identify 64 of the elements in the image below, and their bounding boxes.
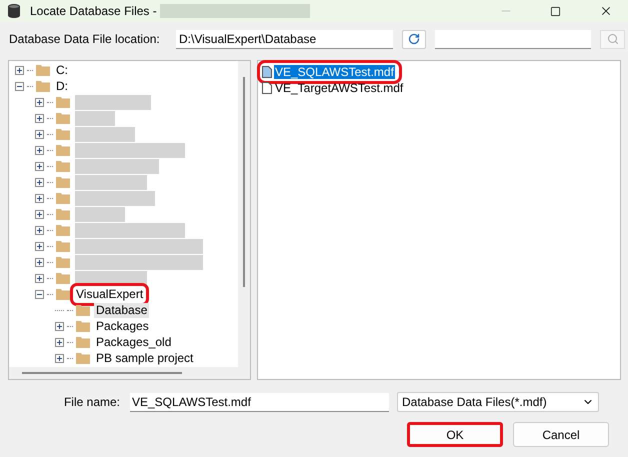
expand-toggle[interactable] [35, 210, 44, 218]
database-icon [8, 4, 20, 18]
location-label: Database Data File location: [9, 31, 161, 48]
folder-icon [76, 320, 90, 332]
expand-toggle[interactable] [15, 66, 24, 74]
search-icon [606, 33, 618, 45]
folder-icon [56, 144, 70, 156]
expand-toggle[interactable] [35, 258, 44, 266]
folder-icon [36, 80, 50, 92]
tree-item[interactable]: D: [54, 78, 70, 94]
expand-toggle[interactable] [35, 114, 44, 122]
expand-toggle[interactable] [35, 194, 44, 202]
tree-item[interactable]: PB sample project [94, 350, 196, 366]
folder-icon [76, 352, 90, 364]
folder-icon [56, 128, 70, 140]
location-field[interactable]: D:\VisualExpert\Database [176, 30, 393, 48]
horizontal-scrollbar[interactable] [9, 367, 250, 379]
maximize-icon[interactable] [550, 6, 561, 16]
window-title: Locate Database Files - [30, 3, 157, 20]
expand-toggle[interactable] [35, 130, 44, 138]
folder-icon [56, 176, 70, 188]
refresh-icon [408, 33, 420, 45]
expand-toggle[interactable] [35, 226, 44, 234]
expand-toggle[interactable] [55, 338, 64, 346]
folder-icon [56, 256, 70, 268]
search-field[interactable] [435, 30, 591, 48]
expand-toggle[interactable] [35, 274, 44, 282]
folder-icon [56, 224, 70, 236]
file-icon [262, 82, 272, 94]
redacted-label [75, 174, 147, 190]
expand-toggle[interactable] [35, 178, 44, 186]
folder-icon [56, 112, 70, 124]
folder-icon [56, 240, 70, 252]
file-item[interactable]: VE_TargetAWSTest.mdf [262, 81, 406, 95]
expand-toggle[interactable] [35, 162, 44, 170]
file-name-field[interactable]: VE_SQLAWSTest.mdf [130, 392, 389, 412]
folder-icon [76, 336, 90, 348]
folder-icon [56, 272, 70, 284]
refresh-button[interactable] [402, 30, 426, 48]
folder-icon [56, 160, 70, 172]
expand-toggle[interactable] [35, 242, 44, 250]
vertical-scrollbar[interactable] [238, 61, 250, 367]
close-icon[interactable] [599, 4, 613, 18]
collapse-toggle[interactable] [15, 82, 24, 90]
file-icon [262, 66, 272, 78]
tree-item[interactable]: C: [54, 62, 70, 78]
expand-toggle[interactable] [55, 354, 64, 362]
folder-icon [76, 304, 90, 316]
folder-icon [56, 96, 70, 108]
file-name-label: File name: [62, 394, 121, 411]
tree-item[interactable]: Database [94, 302, 150, 318]
dialog-button[interactable]: Cancel [513, 422, 609, 447]
tree-item[interactable]: Packages [94, 318, 151, 334]
tree-item[interactable]: Packages_old [94, 334, 174, 350]
folder-icon [56, 288, 70, 300]
collapse-toggle[interactable] [35, 290, 44, 298]
file-type-dropdown[interactable]: Database Data Files(*.mdf) [397, 392, 599, 412]
folder-icon [56, 192, 70, 204]
expand-toggle[interactable] [55, 322, 64, 330]
expand-toggle[interactable] [35, 98, 44, 106]
folder-icon [56, 208, 70, 220]
expand-toggle[interactable] [35, 146, 44, 154]
folder-icon [36, 64, 50, 76]
dialog-button[interactable]: OK [407, 422, 503, 447]
